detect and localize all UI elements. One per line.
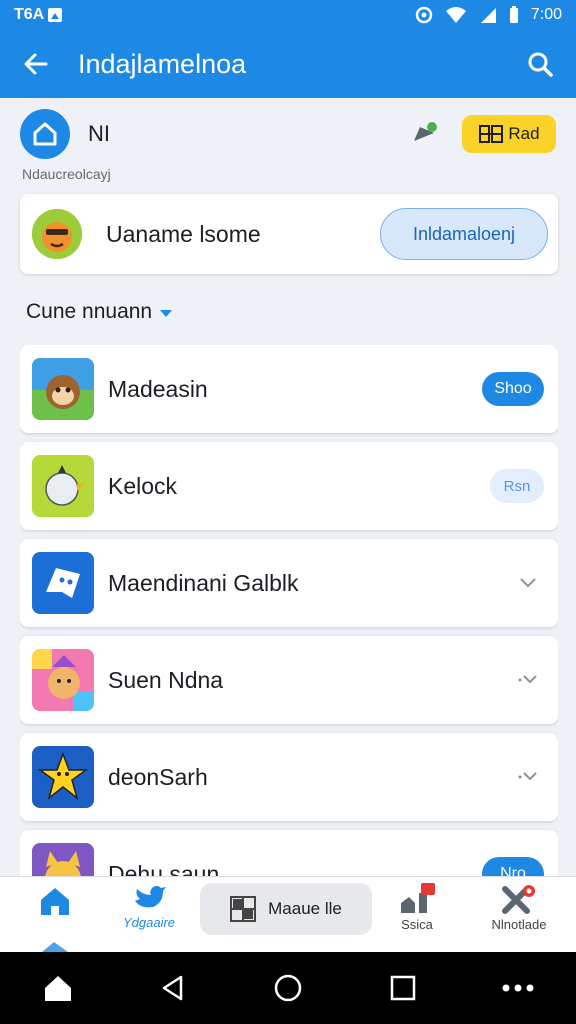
list-item-action-button[interactable]: Shoo: [482, 372, 544, 406]
yellow-action-label: Rad: [508, 124, 540, 143]
nav-games-label: Ssica: [401, 917, 433, 932]
triangle-back-icon: [162, 975, 183, 1001]
nav-center-label: Maaue lle: [268, 899, 342, 918]
bottom-navigation: Ydgaaire Maaue lle Ssica Nlnotlade: [0, 876, 576, 952]
chevron-down-icon[interactable]: [516, 668, 540, 692]
candy-monkey-app-icon: [32, 649, 94, 711]
nav-tools[interactable]: Nlnotlade: [474, 883, 564, 932]
featured-game-icon: [32, 209, 82, 259]
square-recents-icon: [390, 975, 416, 1001]
ghost-app-art: [32, 552, 94, 614]
profile-subtitle: Ndaucreolcayj: [22, 166, 111, 182]
profile-row: NI Rad: [20, 108, 556, 160]
nav-social-label: Ydgaaire: [122, 915, 176, 930]
list-item-label: Dehu saun: [108, 860, 220, 877]
list-item[interactable]: Kelock Rsn: [20, 442, 558, 530]
sync-icon: [415, 6, 433, 24]
tools-icon: [502, 885, 535, 914]
featured-card[interactable]: Uaname lsome Inldamaloenj: [20, 194, 558, 274]
system-recents-button[interactable]: [383, 968, 423, 1008]
nav-home[interactable]: [10, 883, 100, 919]
system-home-icon: [44, 976, 71, 1001]
star-app-art: [32, 746, 94, 808]
nav-center-button[interactable]: Maaue lle: [200, 883, 372, 935]
chevron-down-icon[interactable]: [516, 765, 540, 789]
chevron-down-icon[interactable]: [516, 571, 540, 595]
status-time: 7:00: [530, 6, 562, 23]
cat-app-art: [32, 843, 94, 876]
list-item-label: Maendinani Galblk: [108, 569, 299, 596]
status-left: T6A: [14, 6, 63, 24]
battery-icon: [509, 6, 518, 23]
list-item-action-button[interactable]: Rsn: [490, 469, 544, 503]
list-item-label: Kelock: [108, 472, 178, 499]
more-dots-icon: [502, 984, 534, 992]
caret-down-icon: [160, 309, 173, 317]
signal-icon: [480, 8, 496, 23]
list-item-label: deonSarh: [108, 763, 208, 790]
system-overview-button[interactable]: [268, 968, 308, 1008]
list-item-label: Suen Ndna: [108, 666, 224, 693]
list-item[interactable]: Maendinani Galblk: [20, 539, 558, 627]
bird-app-art: [32, 455, 94, 517]
profile-name: NI: [88, 121, 110, 146]
monkey-app-icon: [32, 358, 94, 420]
character-face-icon: [32, 209, 82, 259]
ghost-app-icon: [32, 552, 94, 614]
bird-icon: [135, 886, 166, 908]
circle-home-icon: [274, 974, 302, 1002]
gallery-notification-icon: [48, 8, 63, 22]
nav-social[interactable]: Ydgaaire: [104, 883, 194, 930]
bird-app-icon: [32, 455, 94, 517]
section-title: Cune nnuann: [26, 300, 153, 323]
profile-avatar[interactable]: [20, 109, 70, 159]
arrow-left-icon: [24, 53, 48, 75]
status-left-text: T6A: [14, 6, 45, 23]
list-item[interactable]: deonSarh: [20, 733, 558, 821]
system-navigation-bar: [0, 952, 576, 1024]
nav-tools-label: Nlnotlade: [491, 917, 547, 932]
featured-action-button[interactable]: Inldamaloenj: [380, 208, 548, 260]
list-item[interactable]: Dehu saun Nro: [20, 830, 558, 876]
chart-notification-icon: [401, 883, 435, 913]
back-button[interactable]: [20, 48, 52, 80]
system-more-button[interactable]: [498, 968, 538, 1008]
list-item-action-button[interactable]: Nro: [482, 857, 544, 876]
status-right: 7:00: [415, 6, 562, 24]
home-icon: [41, 888, 69, 915]
system-home-button[interactable]: [38, 968, 78, 1008]
app-bar: Indajlamelnoa: [0, 30, 576, 98]
list-item-label: Madeasin: [108, 375, 208, 402]
candy-monkey-art: [32, 649, 94, 711]
partial-icon: [42, 942, 68, 952]
featured-name: Uaname lsome: [106, 220, 261, 247]
star-app-icon: [32, 746, 94, 808]
status-bar: T6A 7:00: [0, 0, 576, 30]
system-back-button[interactable]: [153, 968, 193, 1008]
nav-games[interactable]: Ssica: [372, 883, 462, 932]
game-list: Madeasin Shoo Kelock Rsn Maendinani Galb…: [20, 345, 558, 876]
cat-app-icon: [32, 843, 94, 876]
wifi-icon: [445, 7, 466, 23]
page-title: Indajlamelnoa: [78, 48, 247, 79]
monkey-app-art: [32, 358, 94, 420]
home-outline-icon: [33, 122, 57, 146]
search-button[interactable]: [524, 48, 556, 80]
list-item[interactable]: Suen Ndna: [20, 636, 558, 724]
grid-icon: [230, 896, 257, 922]
list-item[interactable]: Madeasin Shoo: [20, 345, 558, 433]
grid-glyph-icon: [479, 125, 504, 143]
section-header[interactable]: Cune nnuann: [26, 300, 173, 324]
promo-icon[interactable]: [410, 119, 440, 149]
yellow-action-button[interactable]: Rad: [462, 115, 556, 153]
search-icon: [528, 52, 553, 77]
